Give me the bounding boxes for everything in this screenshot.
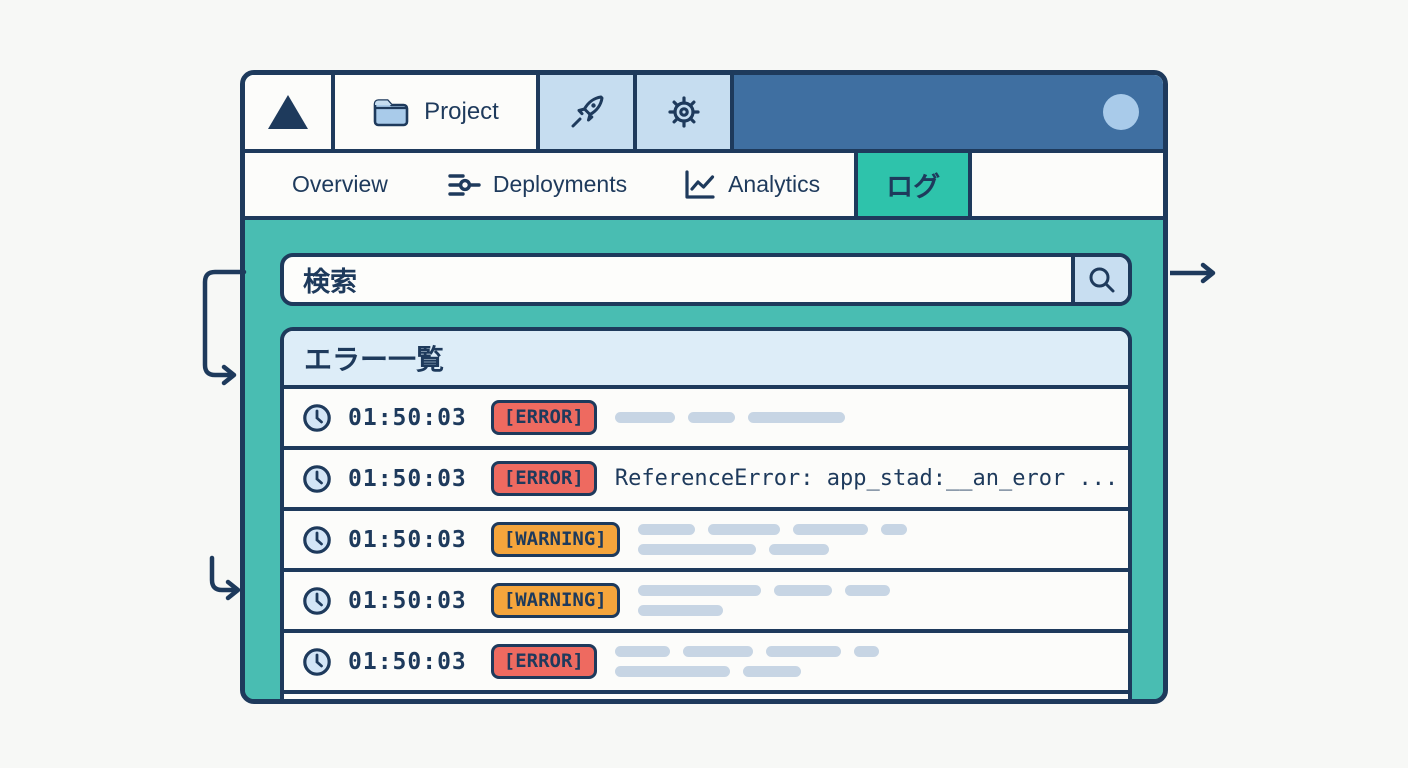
right-arrow-icon (1170, 250, 1222, 296)
log-placeholder-bars (638, 524, 1128, 555)
log-level-badge: [WARNING] (491, 583, 620, 618)
log-level-badge: [ERROR] (491, 400, 597, 435)
log-placeholder-bars (638, 585, 1128, 616)
logs-content: エラー一覧 01:50:03 [ERROR] 01:50:03 [ER (245, 220, 1163, 699)
clock-icon (302, 647, 332, 677)
log-row[interactable]: 01:50:03 [WARNING] (284, 572, 1128, 633)
triangle-logo-icon (266, 93, 310, 131)
sliders-icon (448, 172, 481, 198)
log-timestamp: 01:50:03 (348, 466, 467, 492)
tab-analytics-label: Analytics (728, 171, 820, 198)
app-window: Project Overv (240, 70, 1168, 704)
title-bar: Project (245, 75, 1163, 153)
log-row-partial[interactable]: 01:50:03 [ERROR] (284, 694, 1128, 699)
log-row[interactable]: 01:50:03 [ERROR] ReferenceError: app_sta… (284, 450, 1128, 511)
project-selector[interactable]: Project (335, 75, 540, 149)
log-placeholder-bars (615, 646, 1128, 677)
log-timestamp: 01:50:03 (348, 527, 467, 553)
log-message: ReferenceError: app_stad:__an_eror ... (615, 466, 1128, 491)
clock-icon (302, 464, 332, 494)
clock-icon (302, 403, 332, 433)
tab-analytics[interactable]: Analytics (684, 170, 820, 200)
project-label: Project (424, 98, 499, 126)
tab-logs[interactable]: ログ (854, 153, 972, 216)
log-row[interactable]: 01:50:03 [WARNING] (284, 511, 1128, 572)
log-row[interactable]: 01:50:03 [ERROR] (284, 389, 1128, 450)
magnifier-icon (1086, 264, 1118, 296)
log-level-badge: [ERROR] (491, 644, 597, 679)
deploy-rocket-button[interactable] (540, 75, 637, 149)
user-avatar[interactable] (1103, 94, 1139, 130)
error-list-panel: エラー一覧 01:50:03 [ERROR] 01:50:03 [ER (280, 327, 1132, 699)
tab-bar: Overview Deployments Analyt (245, 153, 1163, 220)
clock-icon (302, 525, 332, 555)
rocket-icon (566, 91, 608, 133)
search-input[interactable] (284, 257, 1071, 302)
clock-icon (302, 586, 332, 616)
error-list-title: エラー一覧 (304, 338, 444, 378)
line-chart-icon (684, 170, 716, 200)
log-timestamp: 01:50:03 (348, 405, 467, 431)
tab-overview-label: Overview (292, 171, 388, 198)
log-placeholder-bars (615, 412, 1128, 423)
tab-deployments[interactable]: Deployments (448, 171, 627, 198)
search-button[interactable] (1071, 257, 1128, 302)
logo-button[interactable] (245, 75, 335, 149)
folder-icon (372, 96, 410, 128)
settings-button[interactable] (637, 75, 734, 149)
log-timestamp: 01:50:03 (348, 649, 467, 675)
title-bar-spacer (734, 75, 1163, 149)
loop-connector-arrow-icon (195, 255, 250, 395)
log-timestamp: 01:50:03 (348, 588, 467, 614)
tab-logs-label: ログ (886, 165, 940, 204)
error-list-header: エラー一覧 (284, 331, 1128, 389)
log-level-badge: [WARNING] (491, 522, 620, 557)
log-level-badge: [ERROR] (491, 461, 597, 496)
log-row[interactable]: 01:50:03 [ERROR] (284, 633, 1128, 694)
tab-deployments-label: Deployments (493, 171, 627, 198)
branch-arrow-icon (200, 548, 250, 610)
tab-overview[interactable]: Overview (292, 171, 388, 198)
search-bar (280, 253, 1132, 306)
gear-icon (662, 90, 706, 134)
